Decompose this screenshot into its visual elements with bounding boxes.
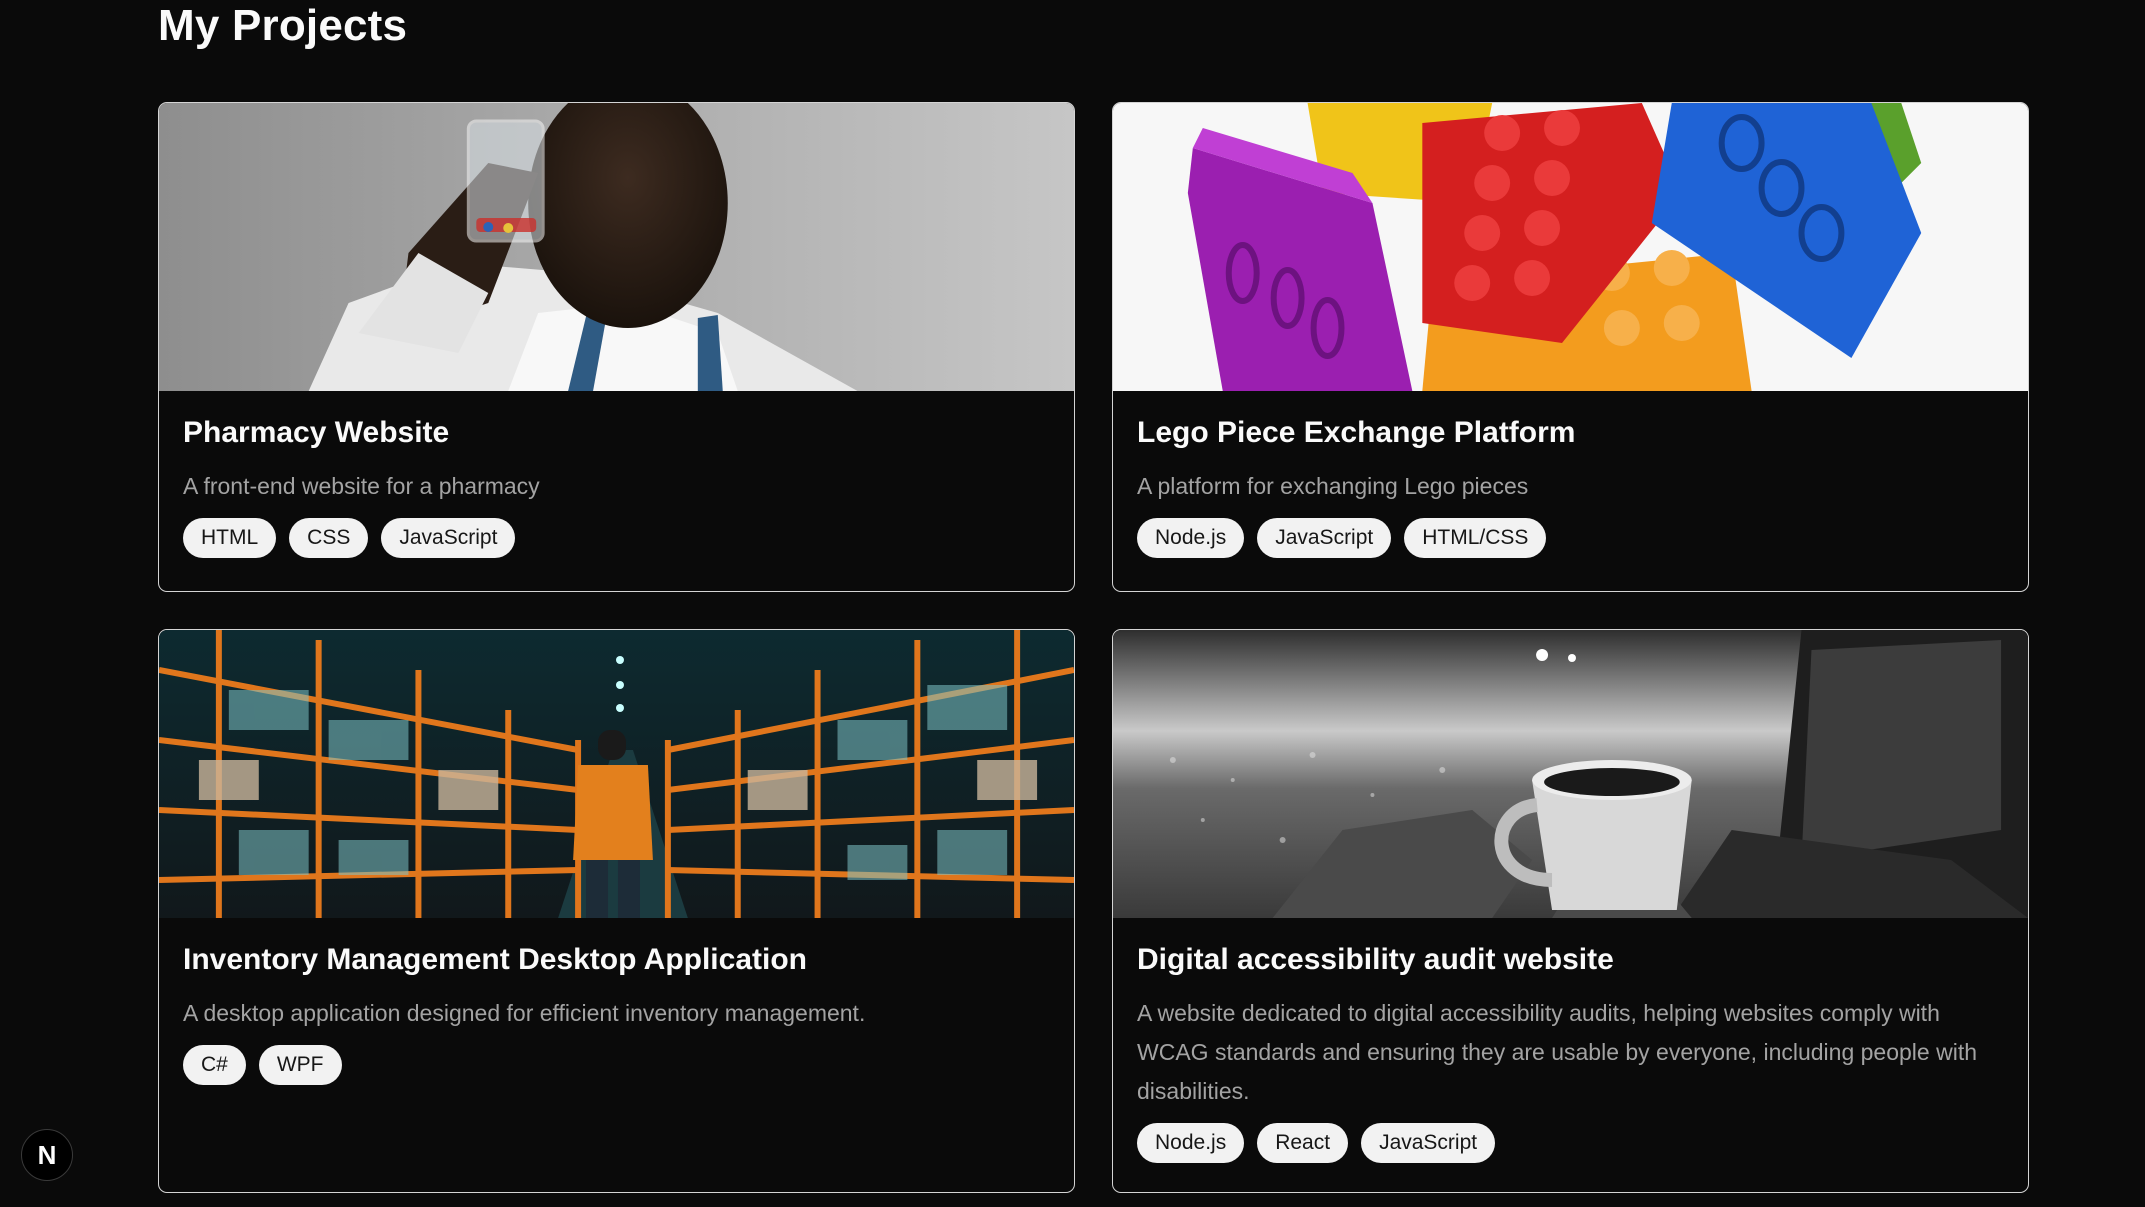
project-description: A front-end website for a pharmacy	[183, 473, 540, 499]
tag-html: HTML	[183, 518, 277, 558]
project-card-inventory[interactable]: Inventory Management Desktop Application…	[158, 629, 1075, 1193]
project-title: Inventory Management Desktop Application	[183, 943, 807, 976]
project-title: Digital accessibility audit website	[1137, 943, 1614, 976]
tag-html-css: HTML/CSS	[1404, 518, 1547, 558]
projects-grid: Pharmacy Website A front-end website for…	[158, 102, 2031, 1193]
tag-list: HTML CSS JavaScript	[183, 518, 1050, 558]
project-title: Lego Piece Exchange Platform	[1137, 416, 1576, 449]
project-image-lego	[1113, 103, 2028, 391]
tag-nodejs: Node.js	[1137, 518, 1245, 558]
project-description: A website dedicated to digital accessibi…	[1137, 1000, 1977, 1104]
nextjs-dev-indicator-button[interactable]: N	[21, 1129, 73, 1181]
project-image-warehouse	[159, 630, 1074, 918]
project-card-pharmacy[interactable]: Pharmacy Website A front-end website for…	[158, 102, 1075, 592]
tag-wpf: WPF	[258, 1045, 342, 1085]
tag-react: React	[1257, 1123, 1349, 1163]
tag-css: CSS	[289, 518, 369, 558]
tag-javascript: JavaScript	[1257, 518, 1392, 558]
tag-javascript: JavaScript	[381, 518, 516, 558]
tag-list: Node.js React JavaScript	[1137, 1123, 2004, 1163]
project-card-accessibility[interactable]: Digital accessibility audit website A we…	[1112, 629, 2029, 1193]
project-image-coffee-laptop	[1113, 630, 2028, 918]
tag-csharp: C#	[183, 1045, 246, 1085]
tag-nodejs: Node.js	[1137, 1123, 1245, 1163]
project-card-lego[interactable]: Lego Piece Exchange Platform A platform …	[1112, 102, 2029, 592]
project-image-pharmacy	[159, 103, 1074, 391]
project-description: A desktop application designed for effic…	[183, 1000, 866, 1026]
tag-list: C# WPF	[183, 1045, 1050, 1085]
tag-list: Node.js JavaScript HTML/CSS	[1137, 518, 2004, 558]
tag-javascript: JavaScript	[1361, 1123, 1496, 1163]
project-title: Pharmacy Website	[183, 416, 450, 449]
project-description: A platform for exchanging Lego pieces	[1137, 473, 1529, 499]
nextjs-icon: N	[37, 1139, 57, 1170]
page-title: My Projects	[158, 1, 408, 50]
